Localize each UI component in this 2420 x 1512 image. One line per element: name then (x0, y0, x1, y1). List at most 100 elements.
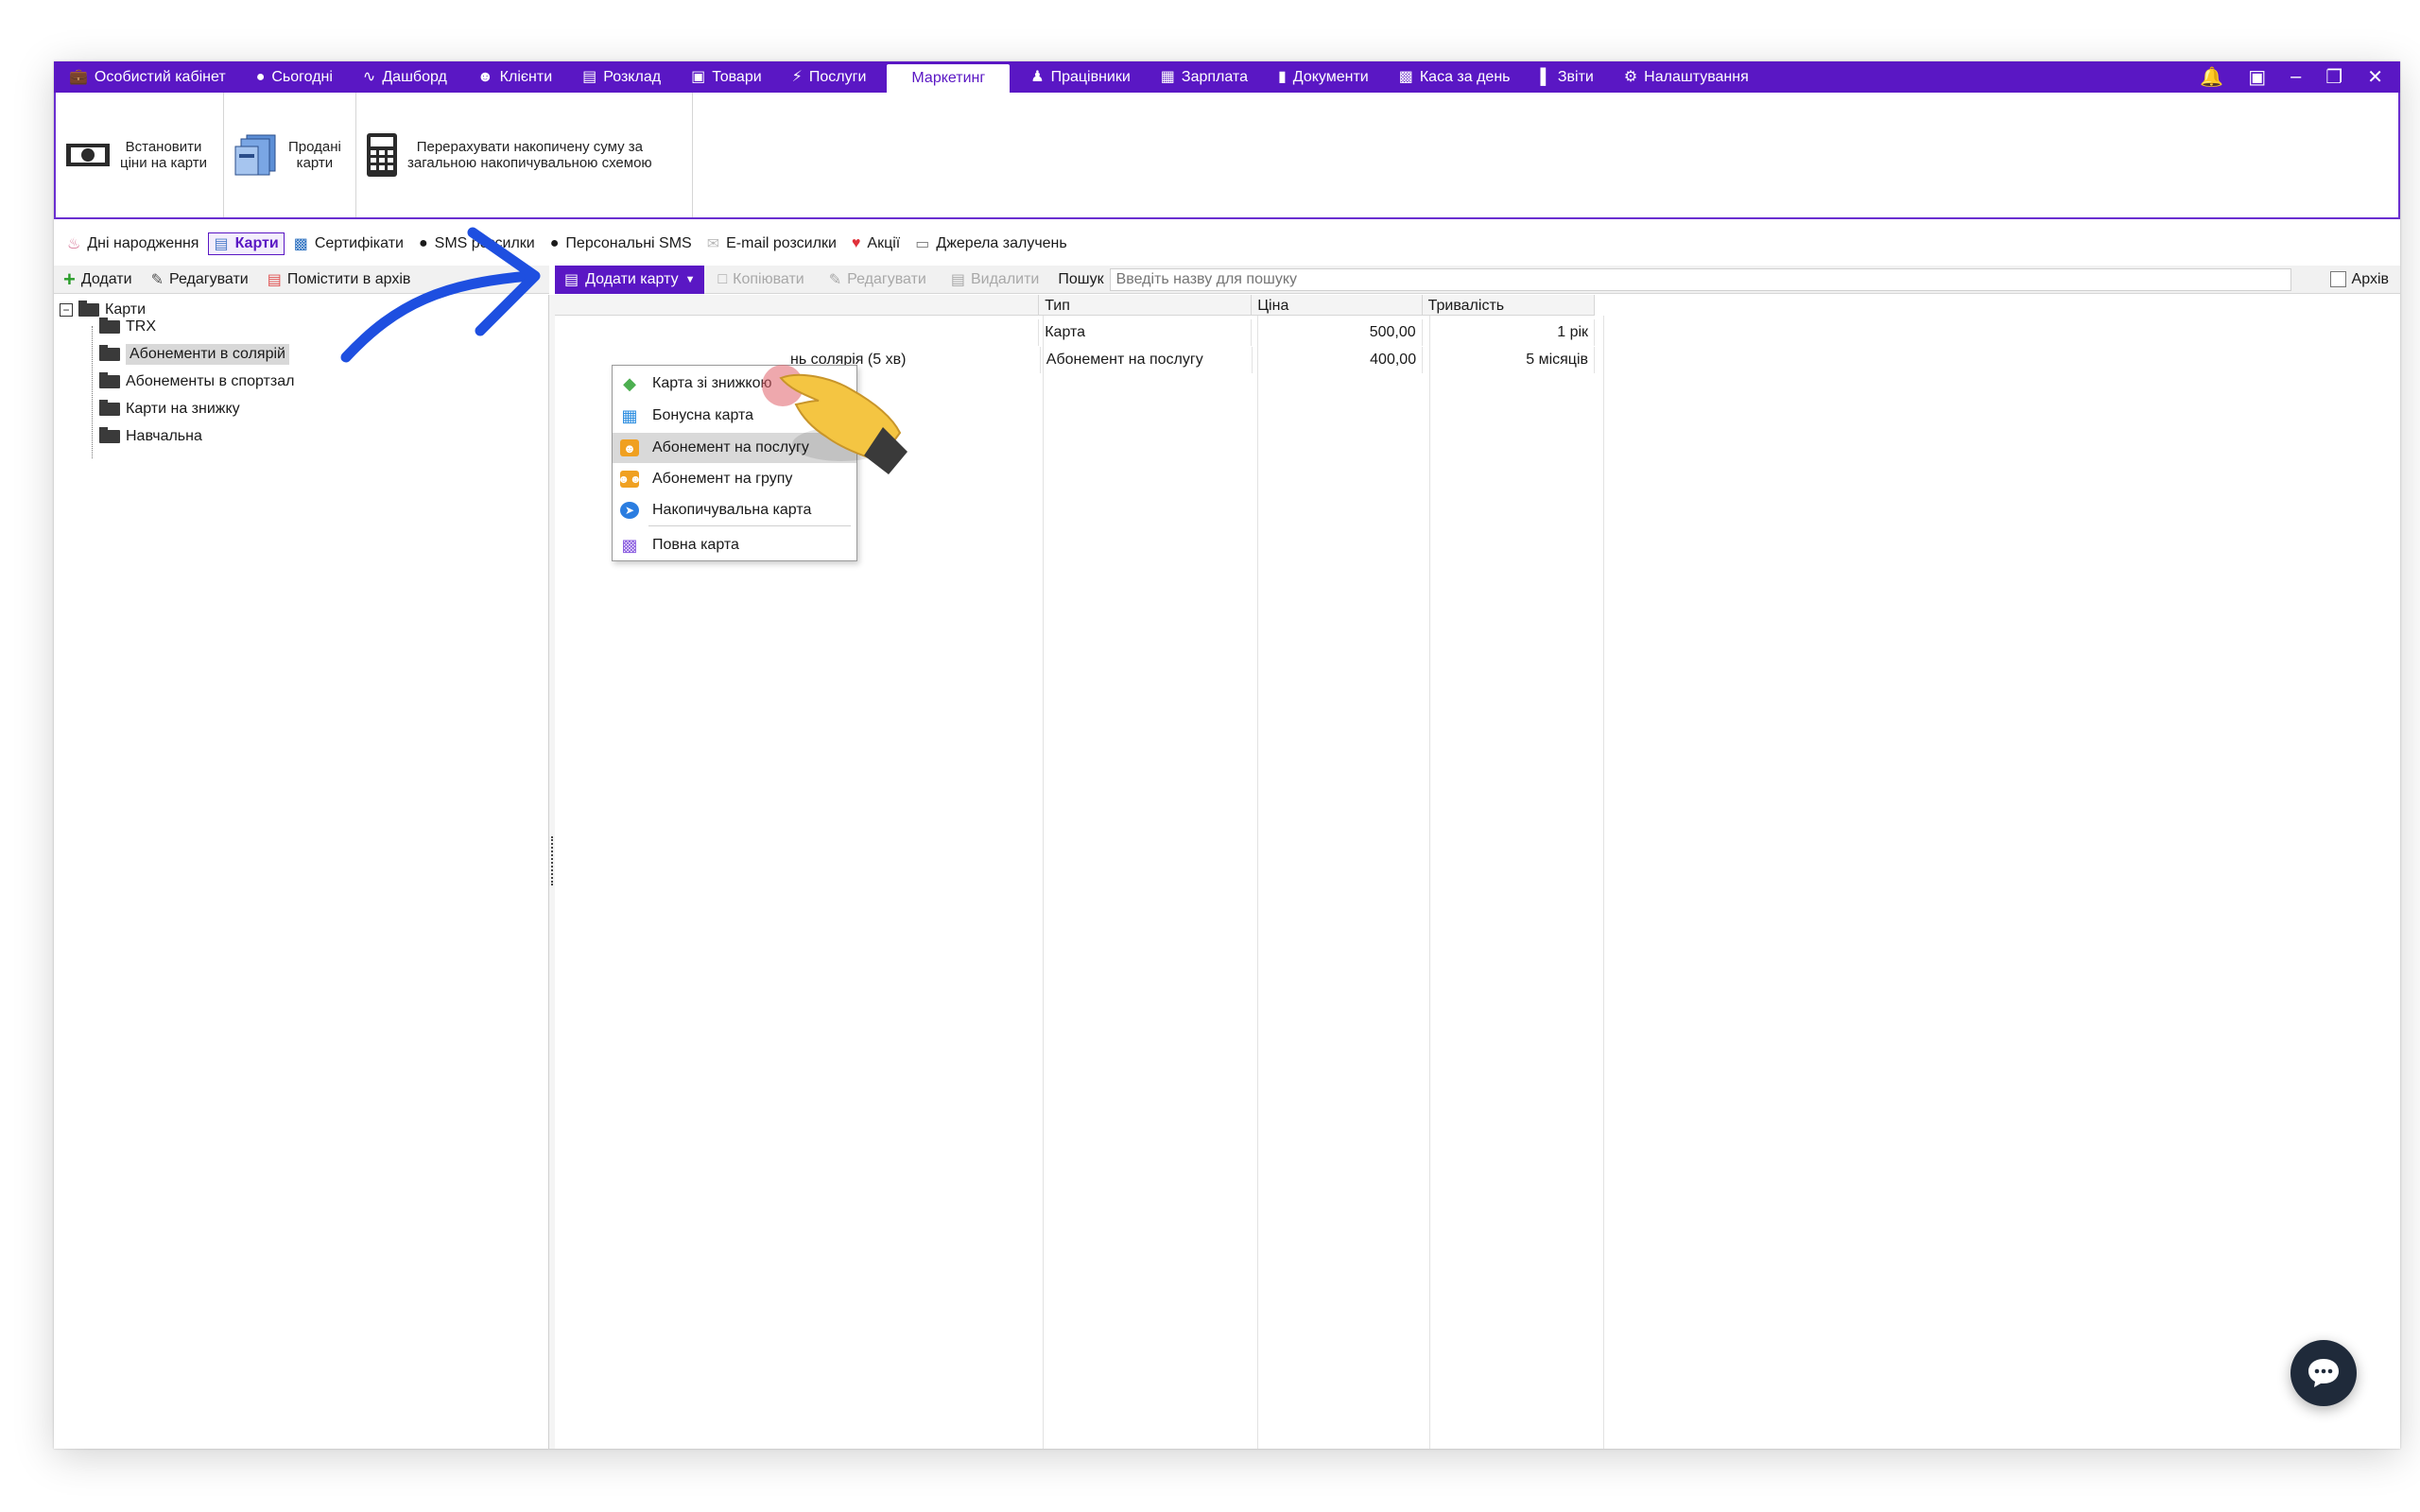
tab-services[interactable]: ⚡ Послуги (777, 61, 882, 93)
add-card-button[interactable]: ▤ Додати карту ▼ (555, 265, 705, 294)
tab-reports[interactable]: ▌ Звіти (1526, 61, 1609, 93)
window-controls: 🔔 ▣ – ❐ ✕ (2200, 61, 2400, 93)
compass-icon: ➤ (620, 502, 639, 519)
tree-toolbar: + Додати ✎ Редагувати ▤ Помістити в архів (54, 266, 549, 294)
tab-goods[interactable]: ▣ Товари (676, 61, 777, 93)
menu-item-accumulative-card[interactable]: ➤ Накопичувальна карта (613, 495, 856, 525)
bell-icon[interactable]: 🔔 (2200, 65, 2223, 89)
chat-bubble-icon: ● (549, 235, 560, 251)
tree-item-solarium[interactable]: Абонементи в солярій (99, 342, 289, 367)
subtab-cards[interactable]: ▤ Карти (208, 232, 285, 255)
copy-icon: □ (717, 270, 728, 287)
tree-item-gym[interactable]: Абонементы в спортзал (99, 369, 294, 394)
menu-item-discount-card[interactable]: ◆ Карта зі знижкою (613, 369, 856, 399)
column-header-price[interactable]: Ціна (1252, 295, 1423, 315)
calculator-icon (367, 133, 397, 177)
tab-employees[interactable]: ♟ Працівники (1015, 61, 1146, 93)
folder-icon (99, 427, 120, 443)
folder-icon (99, 400, 120, 416)
edit-group-button[interactable]: ✎ Редагувати (151, 270, 249, 289)
folder-icon (99, 345, 120, 361)
clock-icon: ● (255, 68, 266, 85)
cell-name (555, 319, 1040, 346)
copy-card-button[interactable]: □ Копіювати (717, 271, 804, 288)
table-row[interactable]: Карта 500,00 1 рік (555, 319, 1596, 346)
move-to-archive-button[interactable]: ▤ Помістити в архів (268, 270, 411, 289)
tab-salary[interactable]: ▦ Зарплата (1146, 61, 1263, 93)
subtab-certificates[interactable]: ▩ Сертифікати (288, 232, 409, 255)
edit-card-button[interactable]: ✎ Редагувати (829, 270, 926, 289)
tab-settings[interactable]: ⚙ Налаштування (1609, 61, 1764, 93)
column-header-name[interactable] (555, 295, 1040, 315)
money-icon: ▦ (1160, 68, 1175, 85)
subtab-promotions[interactable]: ♥ Акції (846, 233, 906, 254)
lock-icon[interactable]: ▣ (2248, 65, 2266, 89)
gear-icon: ⚙ (1623, 68, 1638, 85)
chat-bubble-icon (2308, 1359, 2339, 1387)
chat-widget-button[interactable] (2290, 1340, 2357, 1406)
certificate-icon: ▩ (293, 236, 308, 252)
search-label: Пошук (1058, 270, 1104, 287)
archive-checkbox[interactable]: Архів (2329, 271, 2389, 288)
restore-icon[interactable]: ❐ (2325, 65, 2342, 89)
tab-documents[interactable]: ▮ Документи (1263, 61, 1384, 93)
card-groups-tree: − Карти TRX Абонементи в солярій Абонеме… (54, 295, 549, 1449)
cell-price: 500,00 (1252, 319, 1423, 346)
subtab-sms-mailing[interactable]: ● SMS розсилки (413, 233, 541, 254)
source-icon: ▭ (915, 236, 930, 252)
minimize-icon[interactable]: – (2290, 66, 2301, 88)
app-window: 💼 Особистий кабінет ● Сьогодні ∿ Дашборд ☻ К… (54, 61, 2400, 1449)
money-icon (66, 144, 110, 166)
user-circle-icon: ☻ (476, 68, 493, 85)
tree-guide-line (92, 326, 93, 458)
cell-type: Карта (1039, 319, 1253, 346)
menu-item-bonus-card[interactable]: ▦ Бонусна карта (613, 401, 856, 431)
tag-icon: ◆ (623, 373, 636, 393)
column-header-type[interactable]: Тип (1039, 295, 1253, 315)
tab-personal-cabinet[interactable]: 💼 Особистий кабінет (54, 61, 241, 93)
tab-clients[interactable]: ☻ Клієнти (462, 61, 567, 93)
collapse-icon[interactable]: − (60, 303, 73, 317)
calculator-icon: ▩ (1398, 68, 1413, 85)
cell-duration: 5 місяців (1423, 347, 1595, 373)
main-menu-bar: 💼 Особистий кабінет ● Сьогодні ∿ Дашборд ☻ К… (54, 61, 2400, 93)
subtab-personal-sms[interactable]: ● Персональні SMS (544, 233, 698, 254)
card-icon: ▤ (564, 271, 579, 288)
column-header-duration[interactable]: Тривалість (1423, 295, 1596, 315)
set-card-prices-button[interactable]: Встановити ціни на карти (56, 93, 224, 217)
tab-schedule[interactable]: ▤ Розклад (567, 61, 676, 93)
close-icon[interactable]: ✕ (2367, 65, 2383, 89)
tree-item-discount[interactable]: Карти на знижку (99, 397, 240, 421)
search-input[interactable] (1109, 267, 2291, 291)
menu-item-group-subscription[interactable]: ☻☻ Абонемент на групу (613, 464, 856, 494)
grid-header: Тип Ціна Тривалість (555, 295, 1596, 316)
tab-marketing[interactable]: Маркетинг (887, 64, 1011, 93)
column-divider (1257, 316, 1258, 1449)
subtab-email-mailing[interactable]: ✉ E-mail розсилки (701, 232, 842, 255)
tree-item-training[interactable]: Навчальна (99, 424, 202, 449)
card-icon: ▤ (214, 236, 229, 252)
checkbox[interactable] (2329, 271, 2346, 287)
sold-cards-button[interactable]: Продані карти (224, 93, 356, 217)
splitter-grip[interactable] (551, 836, 553, 885)
add-card-dropdown: ◆ Карта зі знижкою ▦ Бонусна карта ☻ Або… (612, 365, 857, 561)
tree-item-trx[interactable]: TRX (99, 315, 156, 339)
subtab-acquisition-sources[interactable]: ▭ Джерела залучень (909, 232, 1072, 255)
cards-stack-icon (234, 134, 276, 176)
add-group-button[interactable]: + Додати (63, 267, 132, 292)
bar-chart-icon: ▌ (1540, 68, 1551, 85)
gift-icon: ▦ (621, 405, 638, 425)
chevron-down-icon[interactable]: ▼ (685, 274, 696, 285)
tab-cash-per-day[interactable]: ▩ Каса за день (1384, 61, 1526, 93)
cards-toolbar: ▤ Додати карту ▼ □ Копіювати ✎ Редагувати ▤ В… (555, 265, 2400, 294)
menu-item-service-subscription[interactable]: ☻ Абонемент на послугу (613, 433, 856, 463)
tab-dashboard[interactable]: ∿ Дашборд (348, 61, 462, 93)
delete-card-button[interactable]: ▤ Видалити (951, 270, 1040, 289)
cell-price: 400,00 (1253, 347, 1424, 373)
mail-icon: ✉ (706, 236, 720, 252)
menu-item-full-card[interactable]: ▩ Повна карта (613, 530, 856, 560)
subtab-birthdays[interactable]: ♨ Дні народження (61, 232, 204, 255)
tab-today[interactable]: ● Сьогодні (241, 61, 348, 93)
recalculate-accumulated-button[interactable]: Перерахувати накопичену суму за загально… (356, 93, 693, 217)
pulse-icon: ∿ (362, 68, 376, 85)
